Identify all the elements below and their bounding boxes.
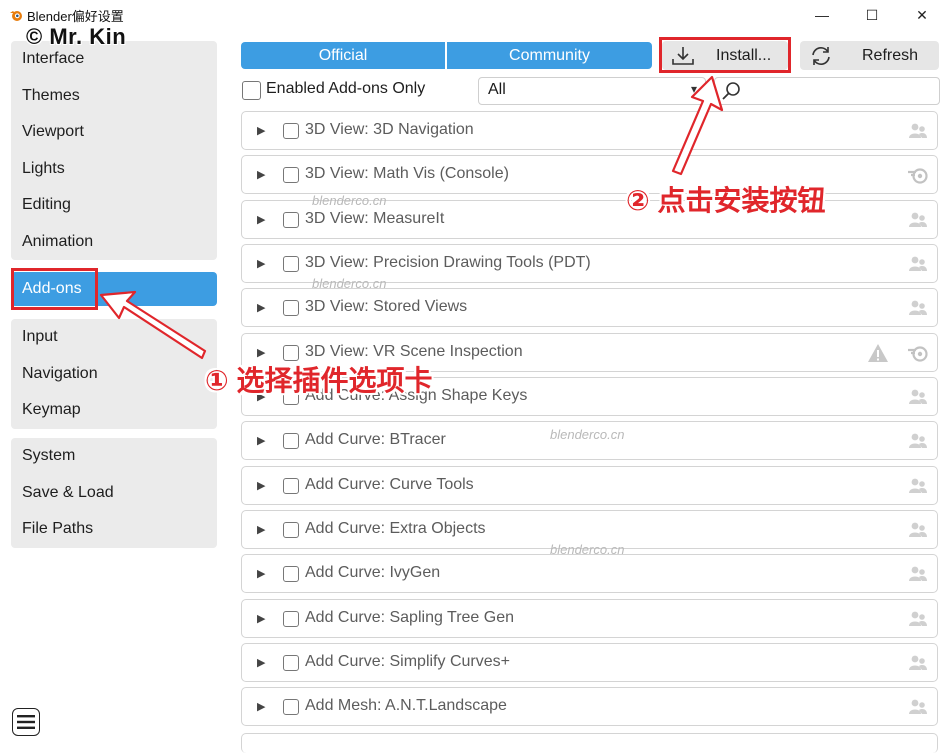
arrow-to-install-icon — [671, 75, 724, 176]
annotation-step1: ① 选择插件选项卡 — [205, 365, 433, 396]
annotation-arrows — [99, 75, 724, 360]
annotation-step2: ② 点击安装按钮 — [626, 185, 826, 216]
arrow-to-addons-icon — [99, 290, 207, 360]
